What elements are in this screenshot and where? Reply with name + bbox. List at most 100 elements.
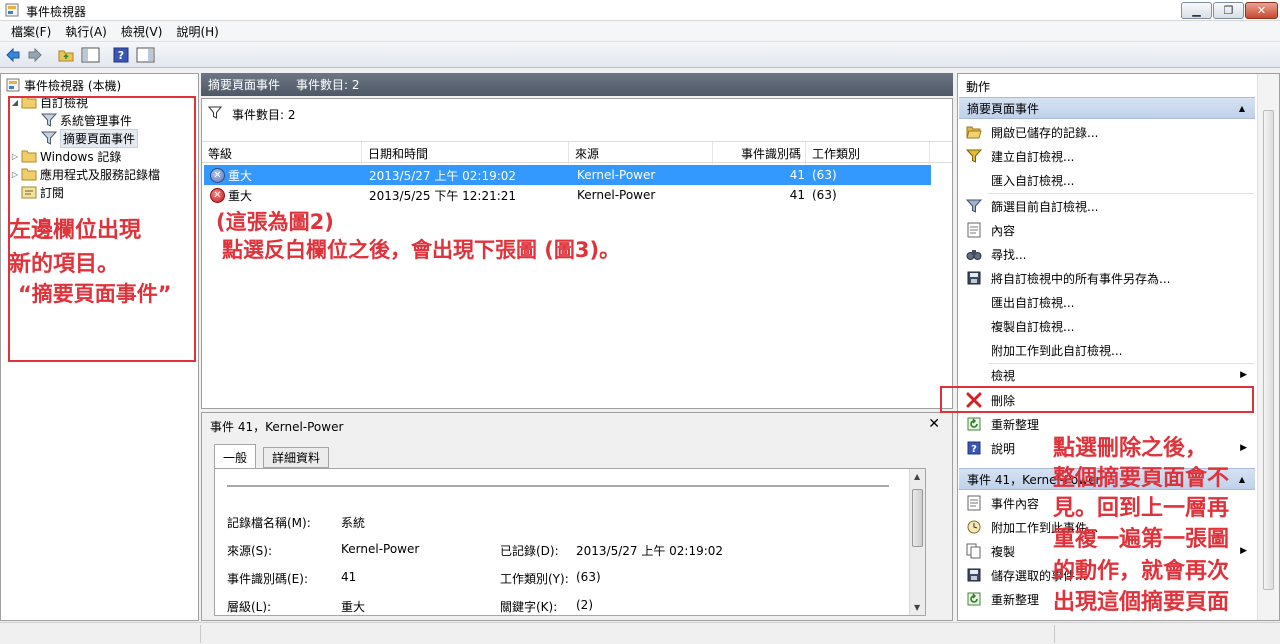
annotation-box-delete — [940, 386, 1254, 413]
event-row[interactable]: ✕ 重大 2013/5/25 下午 12:21:21 Kernel-Power 4… — [204, 185, 931, 205]
action-label: 將自訂檢視中的所有事件另存為... — [991, 271, 1171, 286]
svg-text:?: ? — [118, 49, 124, 62]
close-window-button[interactable]: ✕ — [1245, 2, 1278, 19]
scroll-thumb[interactable] — [912, 489, 923, 547]
action-label: 重新整理 — [991, 417, 1040, 432]
collapse-triangle-icon[interactable]: ▲ — [1239, 475, 1245, 484]
annotation-right-line3: 見。回到上一層再 — [1053, 496, 1230, 521]
critical-error-icon: ✕ — [210, 167, 225, 183]
menu-view[interactable]: 檢視(V) — [114, 23, 170, 40]
properties-icon — [963, 495, 985, 511]
event-source: Kernel-Power — [577, 188, 656, 202]
action-label: 匯入自訂檢視... — [991, 173, 1075, 188]
tree-label: 事件檢視器 (本機) — [24, 78, 122, 93]
action-copy-custom-view[interactable]: 複製自訂檢視... — [959, 314, 1255, 338]
column-header-event-id[interactable]: 事件識別碼 — [713, 142, 806, 164]
detail-title: 事件 41，Kernel-Power — [210, 420, 344, 434]
actions-section-summary[interactable]: 摘要頁面事件 ▲ — [959, 97, 1255, 119]
folder-up-icon[interactable] — [58, 47, 74, 63]
filter-icon — [963, 198, 985, 214]
action-export-custom-view[interactable]: 匯出自訂檢視... — [959, 290, 1255, 314]
detail-scrollbar[interactable]: ▲ ▼ — [909, 469, 925, 615]
submenu-arrow-icon: ▶ — [1240, 370, 1247, 380]
maximize-button[interactable]: ❐ — [1213, 2, 1244, 19]
annotation-right-line6: 出現這個摘要頁面 — [1053, 590, 1230, 615]
action-filter-custom-view[interactable]: 篩選目前自訂檢視... — [959, 194, 1255, 218]
value-task-category: (63) — [576, 570, 601, 584]
column-header-task-category[interactable]: 工作類別 — [806, 142, 930, 164]
center-pane-event-count: 事件數目: 2 — [296, 78, 360, 92]
tree-item-root[interactable]: 事件檢視器 (本機) — [5, 76, 121, 94]
annotation-left-line2: 新的項目。 — [9, 252, 120, 277]
event-datetime: 2013/5/25 下午 12:21:21 — [369, 188, 517, 203]
filter-icon — [208, 106, 222, 119]
section-label: 摘要頁面事件 — [967, 101, 1040, 116]
divider — [227, 485, 889, 487]
back-arrow-icon[interactable] — [5, 47, 21, 63]
close-icon: ✕ — [1256, 4, 1267, 17]
status-bar — [0, 622, 1280, 644]
tab-details[interactable]: 詳細資料 — [263, 447, 330, 468]
collapse-triangle-icon[interactable]: ▲ — [1239, 104, 1245, 113]
action-create-custom-view[interactable]: 建立自訂檢視... — [959, 144, 1255, 168]
action-properties[interactable]: 內容 — [959, 218, 1255, 242]
event-row[interactable]: ✕ 重大 2013/5/27 上午 02:19:02 Kernel-Power 4… — [204, 165, 931, 185]
show-hide-tree-icon[interactable] — [81, 47, 100, 63]
action-save-all-events[interactable]: 將自訂檢視中的所有事件另存為... — [959, 266, 1255, 290]
minimize-icon: ▁ — [1192, 4, 1201, 17]
value-level: 重大 — [341, 600, 366, 614]
menu-file[interactable]: 檔案(F) — [4, 23, 58, 40]
minimize-button[interactable]: ▁ — [1181, 2, 1212, 19]
action-label: 附加工作到此自訂檢視... — [991, 343, 1123, 358]
action-label: 匯出自訂檢視... — [991, 295, 1075, 310]
action-view[interactable]: 檢視 ▶ — [959, 363, 1255, 387]
filter-star-icon — [963, 148, 985, 164]
menu-action[interactable]: 執行(A) — [58, 23, 114, 40]
value-log-name: 系統 — [341, 516, 366, 530]
actions-scrollbar[interactable] — [1257, 74, 1279, 620]
action-label: 說明 — [991, 441, 1016, 456]
action-label: 事件內容 — [991, 496, 1040, 511]
event-level: 重大 — [228, 168, 253, 183]
critical-error-icon: ✕ — [210, 187, 225, 203]
action-label: 開啟已儲存的記錄... — [991, 125, 1099, 140]
menu-help[interactable]: 說明(H) — [169, 23, 225, 40]
event-detail-pane: 事件 41，Kernel-Power ✕ 一般 詳細資料 記錄檔名稱(M): 系… — [201, 412, 953, 621]
annotation-right-line1: 點選刪除之後， — [1053, 436, 1208, 461]
tab-general[interactable]: 一般 — [214, 444, 257, 469]
event-id: 41 — [789, 168, 805, 182]
value-source: Kernel-Power — [341, 542, 420, 556]
action-label: 複製 — [991, 544, 1016, 559]
event-grid-header: 等級 日期和時間 來源 事件識別碼 工作類別 — [202, 141, 952, 164]
action-import-custom-view[interactable]: 匯入自訂檢視... — [959, 168, 1255, 192]
event-id: 41 — [789, 188, 805, 202]
scroll-down-icon[interactable]: ▼ — [914, 603, 920, 612]
general-tab-content: 記錄檔名稱(M): 系統 來源(S): Kernel-Power 已記錄(D):… — [214, 468, 926, 616]
action-open-saved-log[interactable]: 開啟已儲存的記錄... — [959, 120, 1255, 144]
action-label: 檢視 — [991, 368, 1016, 383]
refresh-icon — [963, 592, 985, 606]
forward-arrow-icon[interactable] — [27, 47, 43, 63]
label-level: 層級(L): — [227, 600, 272, 614]
action-attach-task[interactable]: 附加工作到此自訂檢視... — [959, 338, 1255, 362]
column-header-source[interactable]: 來源 — [569, 142, 713, 164]
column-header-datetime[interactable]: 日期和時間 — [362, 142, 569, 164]
scroll-up-icon[interactable]: ▲ — [914, 472, 920, 481]
menu-bar: 檔案(F) 執行(A) 檢視(V) 說明(H) — [0, 21, 1280, 42]
event-level: 重大 — [228, 188, 253, 203]
annotation-left-line1: 左邊欄位出現 — [9, 218, 142, 243]
annotation-right-line2: 整個摘要頁面會不 — [1053, 466, 1230, 491]
properties-icon — [963, 222, 985, 238]
close-detail-icon[interactable]: ✕ — [928, 416, 940, 432]
column-header-level[interactable]: 等級 — [202, 142, 362, 164]
action-label: 內容 — [991, 223, 1016, 238]
scroll-thumb[interactable] — [1263, 110, 1274, 590]
save-disk-icon — [963, 271, 985, 285]
show-hide-action-pane-icon[interactable] — [136, 47, 155, 63]
toolbar: ? — [0, 42, 1280, 68]
event-viewer-icon — [5, 77, 21, 93]
action-find[interactable]: 尋找... — [959, 242, 1255, 266]
label-source: 來源(S): — [227, 544, 273, 558]
title-bar: 事件檢視器 ▁ ❐ ✕ — [0, 0, 1280, 21]
help-icon[interactable]: ? — [113, 47, 129, 63]
